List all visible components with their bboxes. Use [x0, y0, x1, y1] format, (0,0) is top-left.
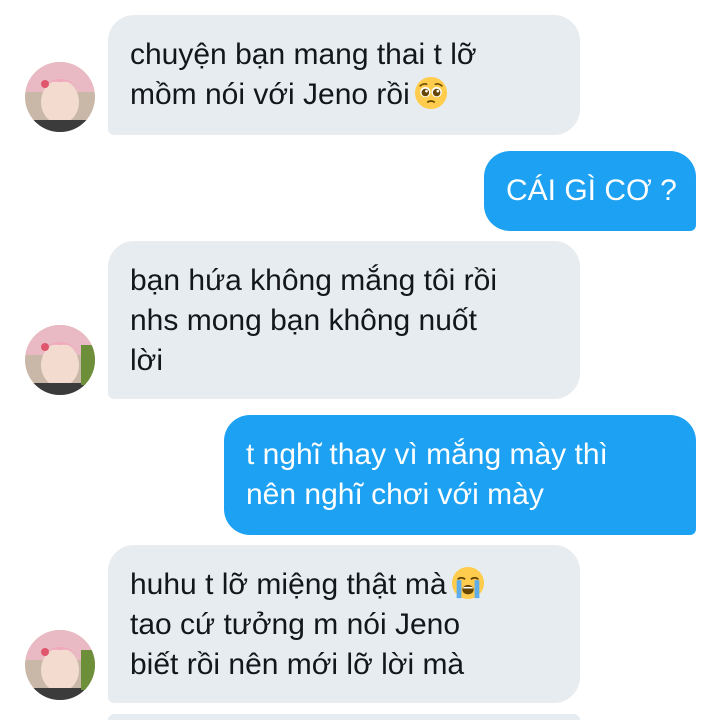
avatar-photo — [25, 325, 95, 395]
message-bubble-partial — [108, 714, 580, 720]
avatar-photo — [25, 62, 95, 132]
pleading-face-emoji-icon — [414, 76, 447, 110]
message-text-line: biết rồi nên mới lỡ lời mà — [130, 648, 465, 681]
message-text-line: tao cứ tưởng m nói Jeno — [130, 608, 460, 641]
message-text-line: huhu t lỡ miệng thật mà — [130, 565, 558, 605]
message-bubble-incoming[interactable]: bạn hứa không mắng tôi rồi nhs mong bạn … — [108, 241, 580, 399]
message-bubble-outgoing[interactable]: CÁI GÌ CƠ ? — [484, 151, 696, 231]
contact-avatar[interactable] — [25, 62, 95, 132]
message-bubble-incoming[interactable]: chuyện bạn mang thai t lỡ mồm nói với Je… — [108, 15, 580, 135]
message-text-line: nên nghĩ chơi với mày — [246, 478, 544, 511]
message-text-line: lời — [130, 344, 164, 377]
avatar-photo — [25, 630, 95, 700]
contact-avatar[interactable] — [25, 325, 95, 395]
message-text-line: t nghĩ thay vì mắng mày thì — [246, 438, 608, 471]
message-bubble-outgoing[interactable]: t nghĩ thay vì mắng mày thì nên nghĩ chơ… — [224, 415, 696, 535]
message-text-line: bạn hứa không mắng tôi rồi — [130, 264, 497, 297]
message-text-line: chuyện bạn mang thai t lỡ — [130, 38, 477, 71]
contact-avatar[interactable] — [25, 630, 95, 700]
loudly-crying-face-emoji-icon — [451, 566, 484, 600]
message-bubble-incoming[interactable]: huhu t lỡ miệng thật mà tao cứ tưởng m n… — [108, 545, 580, 703]
message-text-line: CÁI GÌ CƠ ? — [506, 174, 677, 207]
message-text-line: mồm nói với Jeno rồi — [130, 75, 558, 115]
message-text-line: nhs mong bạn không nuốt — [130, 304, 477, 337]
